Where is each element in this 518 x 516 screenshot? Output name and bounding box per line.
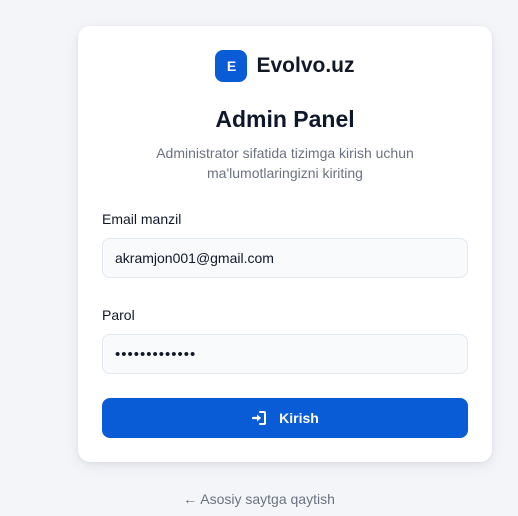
brand-name: Evolvo.uz	[256, 54, 355, 77]
login-button-label: Kirish	[279, 410, 319, 426]
password-label: Parol	[102, 307, 135, 323]
page-subtitle: Administrator sifatida tizimga kirish uc…	[156, 145, 414, 181]
email-field[interactable]	[102, 238, 468, 278]
brand: E Evolvo.uz	[78, 50, 492, 82]
brand-logo: E	[215, 50, 248, 82]
page-title: Admin Panel	[215, 106, 355, 132]
back-to-site-link[interactable]: ← Asosiy saytga qaytish	[0, 491, 518, 507]
login-button[interactable]: Kirish	[102, 398, 468, 438]
password-field[interactable]	[102, 334, 468, 374]
sign-in-icon	[251, 410, 267, 426]
email-label: Email manzil	[102, 211, 182, 227]
login-card: E Evolvo.uz Admin Panel Administrator si…	[78, 26, 492, 462]
